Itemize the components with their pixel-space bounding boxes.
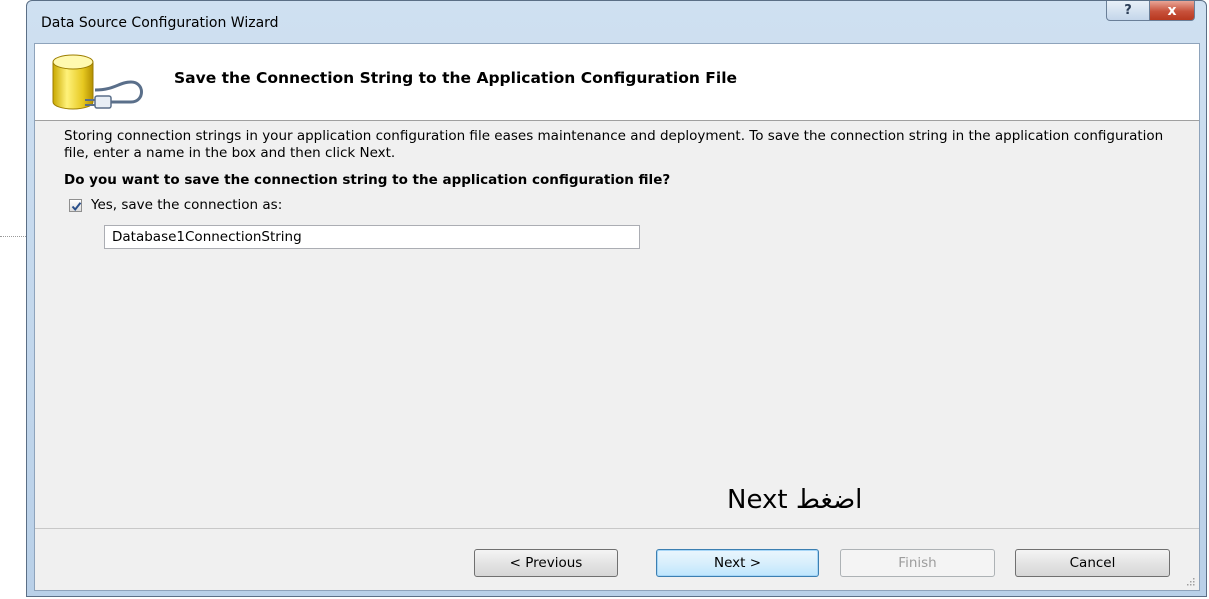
resize-grip-icon[interactable] — [1185, 576, 1195, 586]
title-bar[interactable]: Data Source Configuration Wizard ? x — [27, 1, 1206, 45]
save-question: Do you want to save the connection strin… — [64, 172, 671, 188]
wizard-header: Save the Connection String to the Applic… — [35, 44, 1199, 121]
help-button[interactable]: ? — [1106, 1, 1150, 21]
help-icon: ? — [1124, 3, 1132, 18]
cancel-button[interactable]: Cancel — [1015, 549, 1170, 577]
save-connection-checkbox[interactable] — [69, 199, 82, 212]
wizard-step-title: Save the Connection String to the Applic… — [174, 69, 738, 87]
background-dotted-line — [0, 236, 26, 237]
next-button[interactable]: Next > — [656, 549, 819, 577]
window-title: Data Source Configuration Wizard — [41, 15, 279, 31]
close-button[interactable]: x — [1149, 1, 1195, 21]
checkmark-icon — [71, 202, 82, 212]
wizard-window: Data Source Configuration Wizard ? x Sav… — [26, 0, 1207, 597]
instruction-annotation: اضغط Next — [727, 485, 863, 515]
connection-name-input[interactable] — [104, 225, 640, 249]
wizard-client-area: Save the Connection String to the Applic… — [34, 43, 1200, 591]
description-text: Storing connection strings in your appli… — [64, 128, 1164, 161]
finish-button[interactable]: Finish — [840, 549, 995, 577]
database-connection-icon — [52, 54, 143, 110]
background-strip — [0, 0, 26, 599]
footer-separator — [35, 528, 1199, 529]
save-connection-label[interactable]: Yes, save the connection as: — [91, 197, 282, 213]
previous-button[interactable]: < Previous — [474, 549, 618, 577]
close-icon: x — [1167, 2, 1177, 19]
